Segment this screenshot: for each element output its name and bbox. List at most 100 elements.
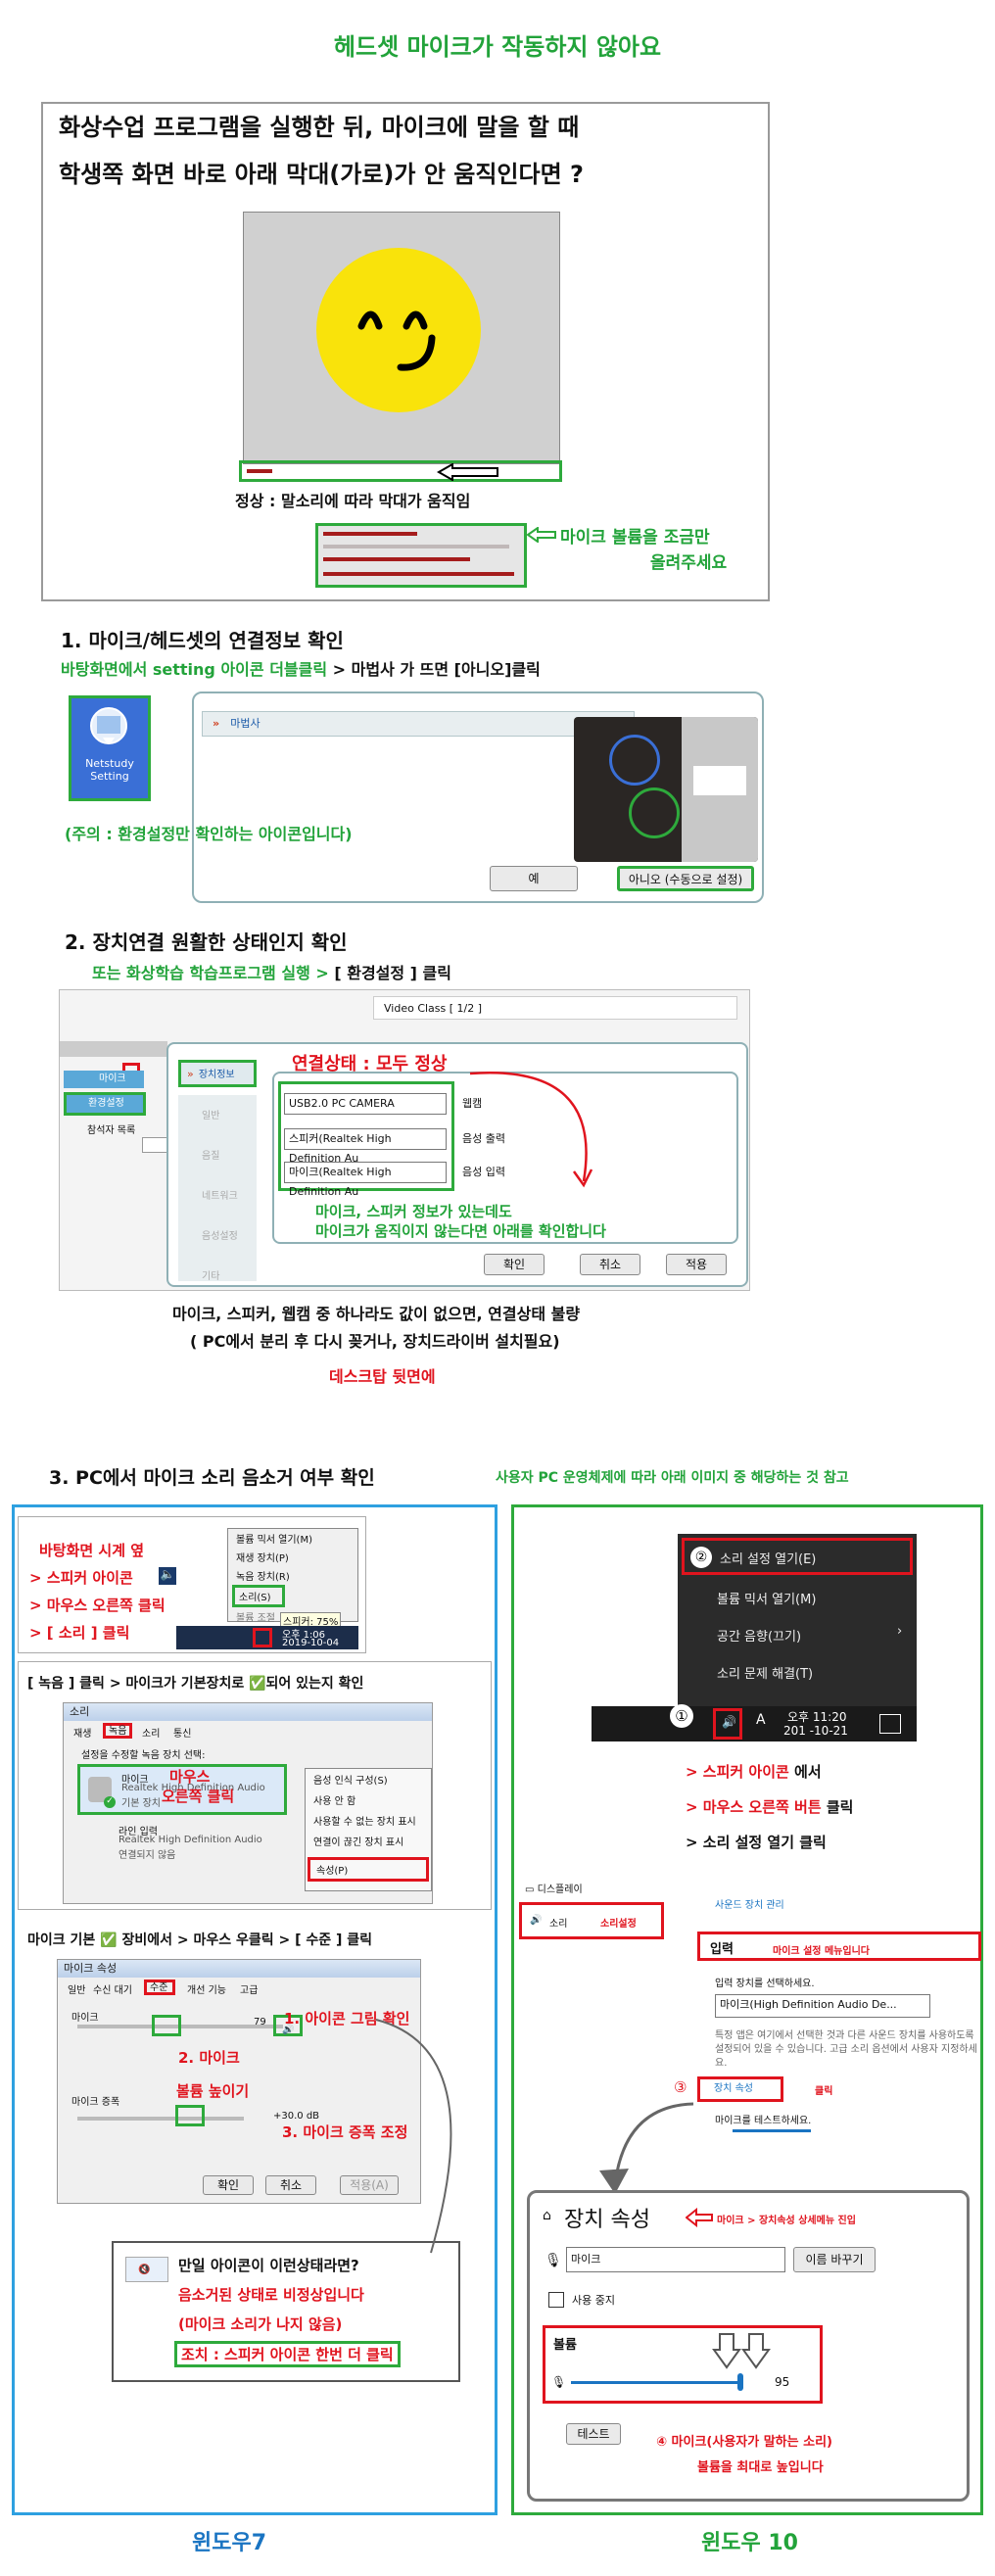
highlight-circle	[629, 787, 680, 838]
cancel-button[interactable]: 취소	[580, 1254, 640, 1275]
props-dialog-title: 마이크 속성	[58, 1960, 420, 1978]
side-tab[interactable]: 네트워크	[202, 1187, 257, 1202]
mic-test-meter	[733, 2129, 811, 2132]
normal-caption: 정상 : 말소리에 따라 막대가 움직임	[235, 492, 471, 510]
tab-advanced[interactable]: 고급	[240, 1981, 258, 1996]
input-info: 특정 앱은 여기에서 선택한 것과 다른 사운드 장치를 사용하도록 설정되어 …	[715, 2030, 977, 2069]
netstudy-setting-shortcut[interactable]: Netstudy Setting	[69, 695, 151, 801]
boost-slider-thumb[interactable]	[175, 2105, 205, 2126]
props-boost-label: 마이크 증폭	[71, 2097, 120, 2108]
menu-item[interactable]: 사용할 수 없는 장치 표시	[306, 1810, 431, 1831]
tab-settings[interactable]: 환경설정	[64, 1092, 146, 1116]
menu-item[interactable]: 볼륨 믹서 열기(M)	[228, 1529, 357, 1548]
menu-item-properties[interactable]: 속성(P)	[308, 1857, 429, 1882]
win10-context-menu: ② 소리 설정 열기(E) 볼륨 믹서 열기(M) 공간 음향(끄기) › 소리…	[678, 1534, 917, 1726]
select-device-label: 입력 장치를 선택하세요.	[715, 1979, 815, 1989]
menu-item[interactable]: 녹음 장치(R)	[228, 1566, 357, 1585]
speaker-select[interactable]: 스피커(Realtek High Definition Au	[284, 1128, 447, 1165]
side-tab[interactable]: 기타	[202, 1267, 257, 1282]
menu-item[interactable]: 사용 안 함	[306, 1789, 431, 1810]
tab-comms[interactable]: 통신	[173, 1725, 191, 1740]
test-button[interactable]: 테스트	[566, 2423, 621, 2445]
win10-step-line-1: > 스피커 아이콘 에서	[686, 1761, 822, 1782]
input-heading-box: 입력 마이크 설정 메뉴입니다	[697, 1932, 981, 1961]
page-title: 헤드셋 마이크가 작동하지 않아요	[333, 33, 662, 61]
props-heading: 장치 속성	[564, 2208, 650, 2232]
chevron-right-icon: »	[213, 717, 220, 730]
side-tab[interactable]: 일반	[202, 1107, 257, 1121]
ok-button[interactable]: 확인	[484, 1254, 545, 1275]
side-tab[interactable]: 음성설정	[202, 1227, 257, 1242]
win7-taskbar: 오후 1:06 2019-10-04	[176, 1626, 358, 1649]
tab-playback[interactable]: 재생	[73, 1725, 91, 1740]
device-props-link[interactable]: 장치 속성	[697, 2076, 783, 2102]
volume-hint-1: 마이크 볼륨을 조금만	[560, 528, 710, 548]
props-cancel-button[interactable]: 취소	[265, 2175, 316, 2195]
input-heading: 입력	[710, 1942, 734, 1957]
menu-item-troubleshoot[interactable]: 소리 문제 해결(T)	[717, 1663, 813, 1682]
menu-item-sound[interactable]: 소리(S)	[232, 1585, 285, 1607]
speaker-icon-highlight[interactable]	[253, 1628, 272, 1647]
volume-slider-thumb[interactable]	[737, 2373, 743, 2391]
step1-note: (주의 : 환경설정만 확인하는 아이콘입니다)	[65, 825, 353, 843]
sound-item[interactable]: 🔊 소리 소리설정	[519, 1902, 664, 1939]
step3-note: 사용자 PC 운영체제에 따라 아래 이미지 중 해당하는 것 참고	[496, 1470, 849, 1486]
menu-item-open-sound-settings[interactable]: ② 소리 설정 열기(E)	[682, 1538, 913, 1575]
language-indicator[interactable]: A	[756, 1712, 766, 1728]
volume-box: 볼륨 🎙 95	[543, 2325, 823, 2404]
volume-slider-track[interactable]	[571, 2381, 741, 2384]
device-line-sub2: 연결되지 않음	[118, 1850, 176, 1861]
props-mic-label: 마이크	[71, 2013, 99, 2024]
menu-item[interactable]: 재생 장치(P)	[228, 1548, 357, 1566]
win10-step-line-3: > 소리 설정 열기 클릭	[686, 1834, 827, 1851]
mic-select[interactable]: 마이크(Realtek High Definition Au	[284, 1162, 447, 1198]
input-device-select[interactable]: 마이크(High Definition Audio De...	[715, 1994, 930, 2018]
menu-item[interactable]: 연결이 끊긴 장치 표시	[306, 1831, 431, 1851]
props-boost-value: +30.0 dB	[273, 2111, 320, 2122]
display-item[interactable]: ▭ 디스플레이	[525, 1881, 583, 1895]
manage-devices-link[interactable]: 사운드 장치 관리	[715, 1896, 784, 1911]
mic-boost-slider[interactable]	[77, 2117, 244, 2121]
disable-checkbox[interactable]	[548, 2292, 564, 2308]
annot-2-2: 볼륨 높이기	[176, 2082, 250, 2100]
curved-arrow-icon	[469, 1072, 593, 1188]
device-photo	[574, 717, 758, 862]
arrow-left-icon	[437, 463, 498, 481]
window-title-bar: Video Class [ 1/2 ]	[373, 996, 737, 1020]
rename-button[interactable]: 이름 바꾸기	[793, 2247, 876, 2272]
tab-sounds[interactable]: 소리	[142, 1725, 160, 1740]
notification-icon[interactable]	[879, 1714, 901, 1734]
tab-enhancements[interactable]: 개선 기능	[187, 1981, 226, 1996]
win10-step-line-1-black: 에서	[788, 1763, 822, 1781]
tab-levels[interactable]: 수준	[144, 1980, 175, 1995]
curved-arrow-icon	[599, 2102, 694, 2194]
speaker-icon[interactable]: 🔈	[159, 1567, 176, 1585]
wizard-no-button[interactable]: 아니오 (수동으로 설정)	[617, 866, 754, 891]
menu-item[interactable]: 음성 인식 구성(S)	[306, 1769, 431, 1789]
device-name-field[interactable]: 마이크	[566, 2247, 785, 2272]
volume-value: 95	[775, 2375, 790, 2389]
info-line-2: 마이크가 움직이지 않는다면 아래를 확인합니다	[315, 1222, 606, 1240]
final-line-1: ④ 마이크(사용자가 말하는 소리)	[656, 2435, 832, 2450]
speaker-icon-highlight[interactable]: 🔊	[713, 1708, 742, 1740]
level-meter-bar	[247, 469, 272, 473]
mic-slider-thumb[interactable]	[152, 2015, 181, 2036]
tab-listen[interactable]: 수신 대기	[93, 1981, 132, 1996]
menu-item-volume-mixer[interactable]: 볼륨 믹서 열기(M)	[717, 1589, 816, 1607]
tab-recording[interactable]: 녹음	[103, 1723, 132, 1739]
meter-sample-3	[323, 557, 470, 561]
disable-label: 사용 중지	[572, 2294, 615, 2307]
tab-device-info[interactable]: » 장치정보	[178, 1060, 257, 1087]
tab-general[interactable]: 일반	[68, 1981, 85, 1996]
wizard-yes-button[interactable]: 예	[490, 866, 578, 891]
tab-mic[interactable]: 마이크	[64, 1071, 144, 1088]
props-ok-button[interactable]: 확인	[203, 2175, 254, 2195]
record-hint: 설정을 수정할 녹음 장치 선택:	[81, 1750, 206, 1761]
webcam-select[interactable]: USB2.0 PC CAMERA	[284, 1093, 447, 1115]
apply-button[interactable]: 적용	[666, 1254, 727, 1275]
setting-icon-label-1: Netstudy	[85, 757, 134, 770]
menu-item-spatial[interactable]: 공간 음향(끄기)	[717, 1626, 801, 1645]
side-tab[interactable]: 음질	[202, 1147, 257, 1162]
clock-date: 2019-10-04	[282, 1638, 340, 1648]
highlight-circle	[609, 735, 660, 786]
